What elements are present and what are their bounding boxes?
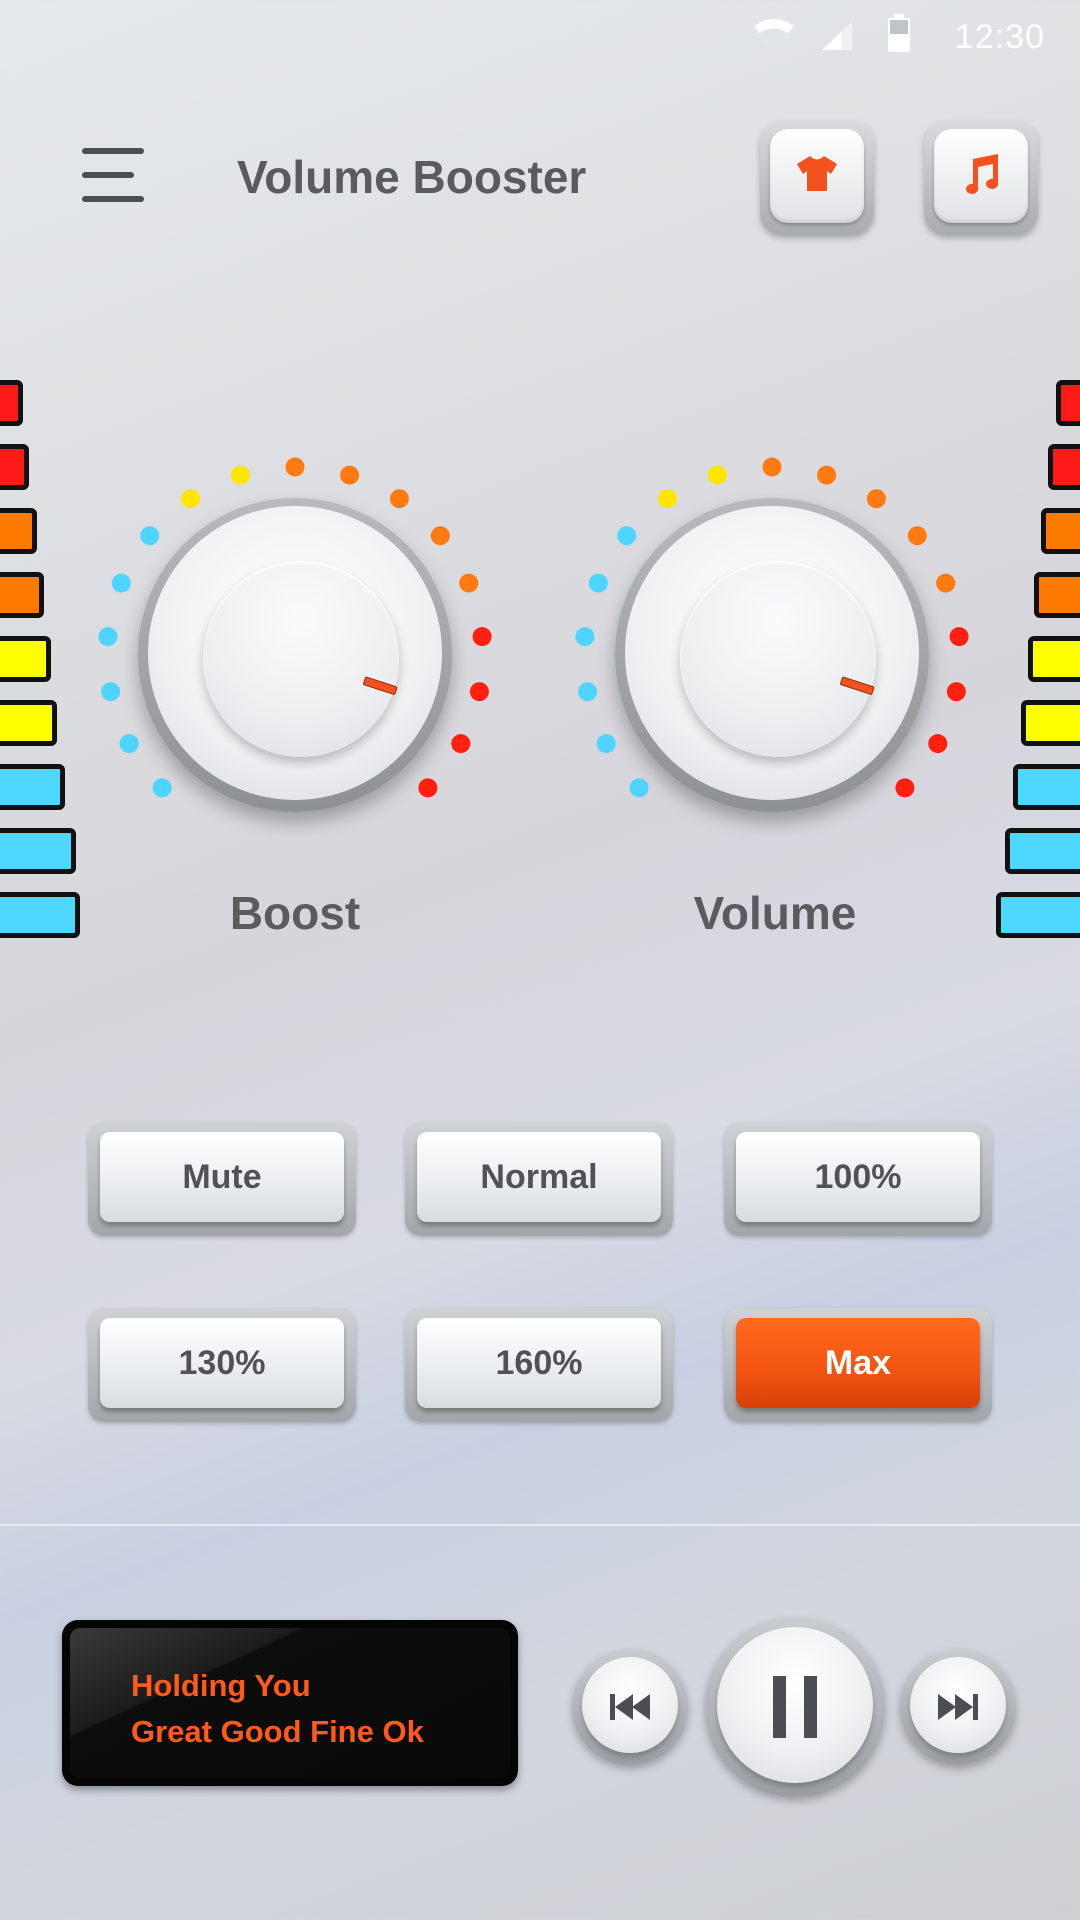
divider xyxy=(0,1524,1080,1526)
preset-label: Normal xyxy=(417,1132,661,1222)
tshirt-icon xyxy=(797,156,837,191)
knob-dot xyxy=(181,489,201,509)
vu-bar xyxy=(0,444,29,490)
preset-label: 160% xyxy=(417,1318,661,1408)
battery-icon xyxy=(888,14,910,52)
knob-dot xyxy=(152,778,172,798)
pause-icon xyxy=(773,1676,817,1738)
knob-dot xyxy=(459,573,479,593)
knob-dot xyxy=(451,734,471,754)
knob-dot xyxy=(895,778,915,798)
boost-knob[interactable] xyxy=(95,455,495,855)
knob-dot xyxy=(928,734,948,754)
track-title: Holding You xyxy=(131,1668,311,1703)
vu-bar xyxy=(1028,636,1080,682)
track-artist: Great Good Fine Ok xyxy=(131,1714,424,1749)
knob-dot xyxy=(140,526,160,546)
now-playing-display[interactable]: Holding You Great Good Fine Ok xyxy=(62,1620,518,1786)
preset-130-button[interactable]: 130% xyxy=(88,1308,356,1422)
vu-bar xyxy=(1048,444,1080,490)
knob-dot xyxy=(596,734,616,754)
preset-100-button[interactable]: 100% xyxy=(724,1122,992,1236)
previous-button[interactable] xyxy=(572,1649,688,1765)
music-button[interactable] xyxy=(924,121,1038,235)
vu-bar xyxy=(1005,828,1080,874)
preset-label: Max xyxy=(736,1318,980,1408)
vu-meter-left xyxy=(0,380,80,945)
vu-bar xyxy=(0,508,37,554)
preset-label: 100% xyxy=(736,1132,980,1222)
vu-bar xyxy=(1021,700,1080,746)
theme-button[interactable] xyxy=(760,121,874,235)
knob-dot xyxy=(119,734,139,754)
signal-icon xyxy=(822,22,852,50)
knob-dot xyxy=(817,465,837,485)
vu-bar xyxy=(1034,572,1080,618)
knob-dot xyxy=(472,627,492,647)
knob-dot xyxy=(578,682,598,702)
knob-dot xyxy=(101,682,121,702)
knob-dot xyxy=(588,573,608,593)
knob-dot xyxy=(285,457,305,477)
app-title: Volume Booster xyxy=(237,151,587,203)
vu-bar xyxy=(0,892,80,938)
knob-dot xyxy=(389,489,409,509)
vu-bar xyxy=(0,700,57,746)
vu-meter-right xyxy=(996,380,1080,945)
knob-dot xyxy=(762,457,782,477)
knob-dot xyxy=(866,489,886,509)
knob-dot xyxy=(430,526,450,546)
skip-next-icon xyxy=(938,1694,978,1720)
preset-label: 130% xyxy=(100,1318,344,1408)
knob-pointer xyxy=(839,676,875,696)
vu-bar xyxy=(1056,380,1080,426)
knob-dot xyxy=(340,465,360,485)
preset-label: Mute xyxy=(100,1132,344,1222)
knob-dot xyxy=(98,627,118,647)
knob-cap xyxy=(203,561,399,757)
vu-bar xyxy=(0,572,44,618)
status-time: 12:30 xyxy=(954,18,1045,56)
knob-body[interactable] xyxy=(138,498,452,812)
wifi-icon xyxy=(754,19,794,50)
knob-dot xyxy=(707,465,727,485)
knob-dot xyxy=(617,526,637,546)
vu-bar xyxy=(0,380,23,426)
hamburger-menu-icon[interactable] xyxy=(82,148,144,202)
knob-dot xyxy=(230,465,250,485)
knob-dot xyxy=(418,778,438,798)
next-button[interactable] xyxy=(900,1649,1016,1765)
vu-bar xyxy=(996,892,1080,938)
vu-bar xyxy=(1013,764,1080,810)
knob-dot xyxy=(658,489,678,509)
knob-dot xyxy=(469,682,489,702)
knob-dot xyxy=(949,627,969,647)
boost-label: Boost xyxy=(229,887,361,939)
knob-dot xyxy=(629,778,649,798)
music-note-icon xyxy=(966,154,999,194)
knob-pointer xyxy=(362,676,398,696)
knob-dot xyxy=(907,526,927,546)
status-bar: 12:30 xyxy=(0,0,1080,80)
knob-body[interactable] xyxy=(615,498,929,812)
preset-160-button[interactable]: 160% xyxy=(405,1308,673,1422)
preset-max-button[interactable]: Max xyxy=(724,1308,992,1422)
volume-knob[interactable] xyxy=(572,455,972,855)
skip-previous-icon xyxy=(610,1694,650,1720)
knob-dot xyxy=(111,573,131,593)
knob-dot xyxy=(936,573,956,593)
vu-bar xyxy=(1041,508,1080,554)
vu-bar xyxy=(0,636,51,682)
vu-bar xyxy=(0,828,76,874)
preset-mute-button[interactable]: Mute xyxy=(88,1122,356,1236)
knob-dot xyxy=(575,627,595,647)
knob-cap xyxy=(680,561,876,757)
knob-dot xyxy=(946,682,966,702)
volume-label: Volume xyxy=(693,887,857,939)
preset-normal-button[interactable]: Normal xyxy=(405,1122,673,1236)
play-pause-button[interactable] xyxy=(705,1617,885,1797)
vu-bar xyxy=(0,764,65,810)
